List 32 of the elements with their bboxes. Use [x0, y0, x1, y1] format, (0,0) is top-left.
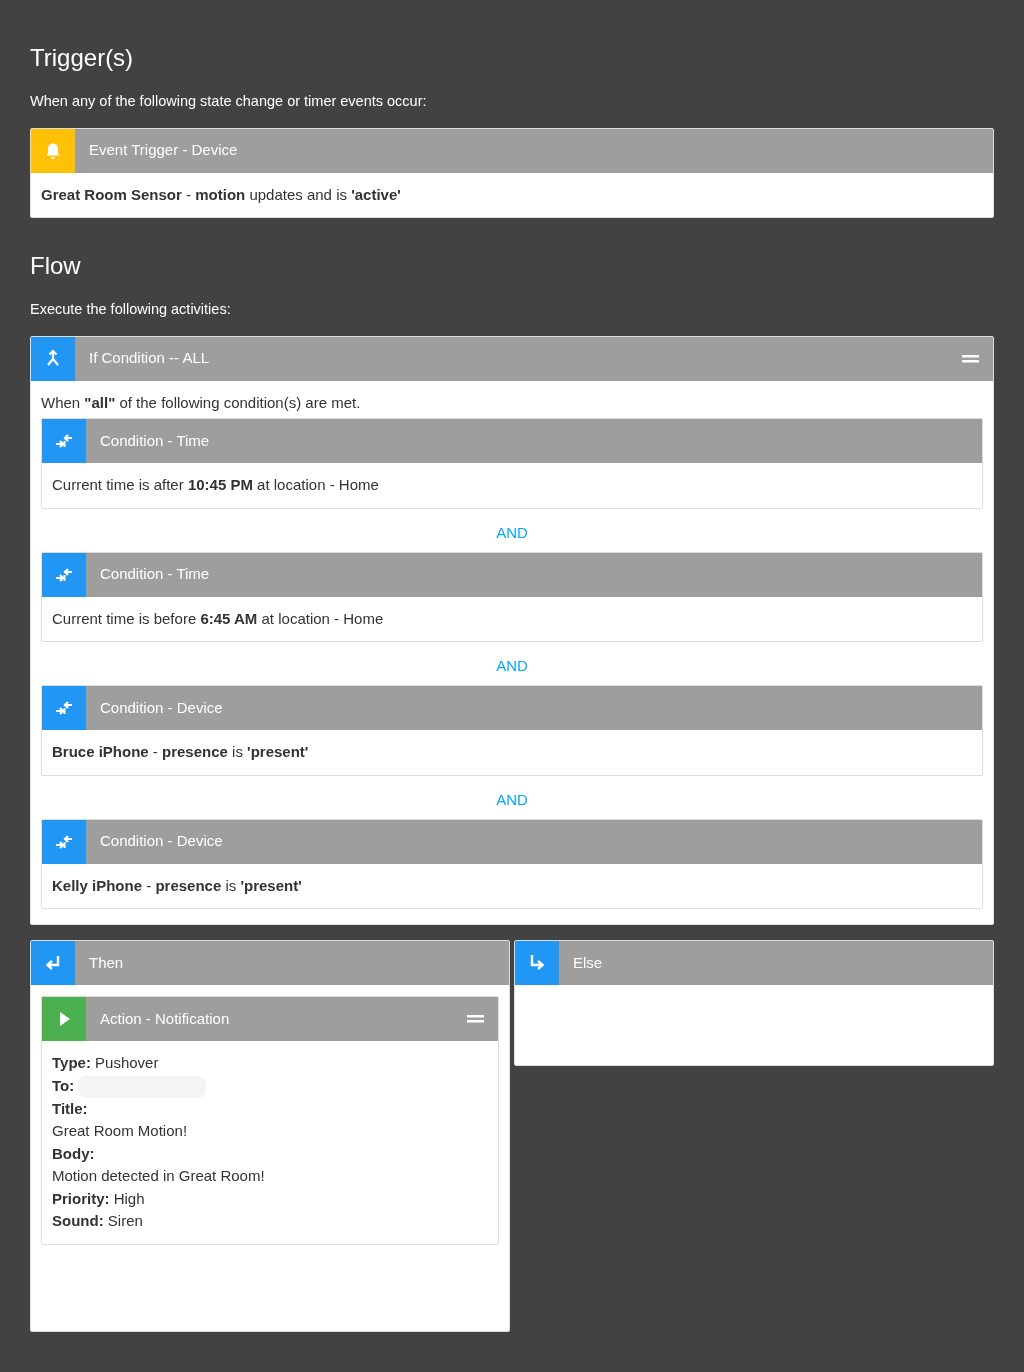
detail-text: Kelly iPhone - presence is 'present'	[52, 876, 302, 894]
section-subtitle: When any of the following state change or timer events occur:	[30, 91, 428, 111]
drag-handle-icon[interactable]	[467, 1015, 484, 1024]
detail-text: Great Room Sensor - motion updates and is 'active'	[41, 185, 401, 203]
card-title: Condition - Device	[99, 697, 224, 718]
card-title: Condition - Time	[99, 564, 211, 585]
detail-text: Current time is after 10:45 PM at location - Home	[52, 476, 379, 494]
and-label: AND	[495, 656, 529, 677]
detail-text: Great Room Motion!	[52, 1122, 188, 1140]
card-title: Then	[88, 952, 125, 973]
and-label: AND	[495, 522, 529, 543]
card-title: Event Trigger - Device	[88, 140, 239, 161]
section-subtitle: Execute the following activities:	[30, 299, 232, 319]
card-title: Condition - Device	[99, 831, 224, 852]
detail-text: Motion detected in Great Room!	[52, 1167, 265, 1185]
detail-text: Body:	[52, 1144, 95, 1162]
drag-handle-icon[interactable]	[962, 354, 979, 363]
detail-text: Bruce iPhone - presence is 'present'	[52, 743, 309, 761]
detail-text: Type: Pushover	[52, 1054, 159, 1072]
detail-text: Priority: High	[52, 1189, 145, 1207]
card-title: Condition - Time	[99, 430, 211, 451]
detail-text: To:	[52, 1076, 75, 1094]
and-label: AND	[495, 789, 529, 810]
condition-intro: When "all" of the following condition(s) are met.	[41, 392, 362, 413]
section-heading: Flow	[30, 252, 82, 281]
detail-text: Current time is before 6:45 AM at location - Home	[52, 609, 384, 627]
detail-text: Sound: Siren	[52, 1212, 143, 1230]
detail-text: Title:	[52, 1099, 88, 1117]
section-heading: Trigger(s)	[30, 44, 135, 73]
card-title: Else	[572, 952, 604, 973]
card-title: If Condition -- ALL	[88, 348, 211, 369]
card-title: Action - Notification	[99, 1008, 231, 1029]
